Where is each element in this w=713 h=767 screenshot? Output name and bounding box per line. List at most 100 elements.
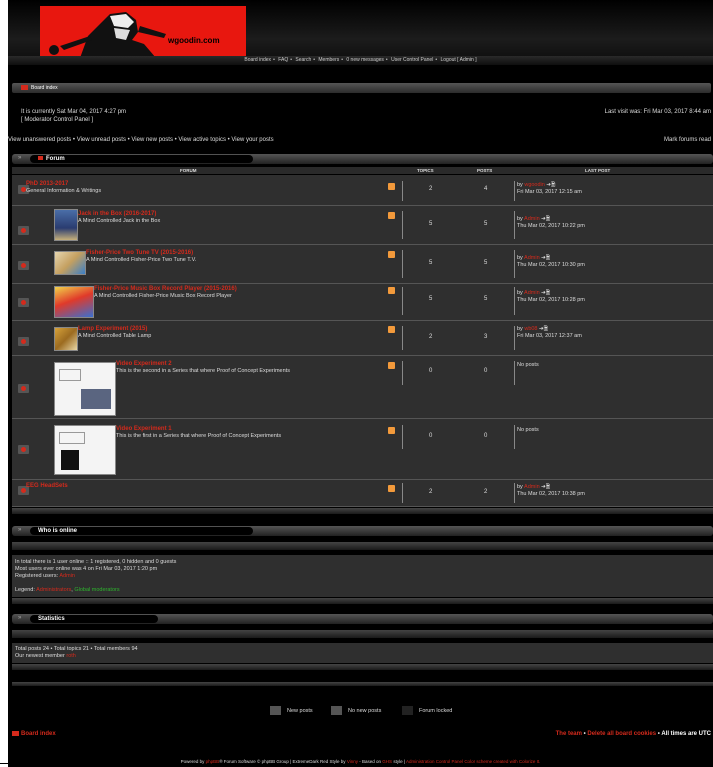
collapse-chevron-icon[interactable]: » [18, 527, 21, 533]
registered-user-link[interactable]: Admin [59, 573, 75, 579]
nav-ucp[interactable]: User Control Panel [391, 57, 433, 63]
goto-post-icon[interactable]: ➔🗎 [539, 326, 548, 332]
forum-status-icon [18, 298, 29, 307]
breadcrumb: Board index [12, 83, 711, 93]
last-post-user[interactable]: wb08 [524, 326, 537, 332]
nav-messages[interactable]: 0 new messages [346, 57, 384, 63]
topics-count: 2 [429, 186, 433, 192]
rss-feed-icon[interactable] [388, 362, 395, 369]
forum-desc: General Information & Writings [26, 188, 102, 194]
topics-count: 2 [429, 334, 433, 340]
delete-cookies-link[interactable]: Delete all board cookies [587, 731, 656, 737]
vinny-link[interactable]: Vinny [347, 759, 358, 764]
nav-sep: • [435, 57, 438, 63]
site-logo[interactable]: wgoodin.com [40, 6, 246, 58]
last-post-none: No posts [517, 427, 539, 433]
breadcrumb-board-index[interactable]: Board index [31, 85, 58, 91]
last-post-user[interactable]: Admin [524, 290, 540, 296]
forum-title[interactable]: Fisher-Price Two Tune TV (2015-2016) [86, 250, 193, 256]
posts-count: 0 [484, 368, 488, 374]
forum-title[interactable]: Lamp Experiment (2015) [78, 326, 147, 332]
logo-artwork-icon [49, 12, 166, 58]
bottom-board-index-link[interactable]: Board index [21, 731, 56, 737]
footer-powered: Powered by [180, 759, 205, 764]
posts-count: 3 [484, 334, 488, 340]
goto-post-icon[interactable]: ➔🗎 [541, 255, 550, 261]
nav-sep: • [273, 57, 275, 63]
divider [402, 326, 403, 350]
last-post-date: Thu Mar 02, 2017 10:30 pm [517, 262, 585, 268]
nav-members[interactable]: Members [318, 57, 339, 63]
last-post: by wb08 ➔🗎 Fri Mar 03, 2017 12:37 am [517, 326, 582, 340]
forum-title[interactable]: EEG HeadSets [26, 483, 68, 489]
last-post-user[interactable]: wgoodin [524, 182, 545, 188]
forum-title[interactable]: Jack in the Box (2016-2017) [78, 211, 156, 217]
last-post-user[interactable]: Admin [524, 216, 540, 222]
online-record: Most users ever online was 4 on Fri Mar … [15, 566, 158, 572]
col-topics: TOPICS [417, 168, 434, 173]
divider [514, 425, 515, 449]
forum-section-title: Forum [30, 155, 253, 163]
mcp-link[interactable]: [ Moderator Control Panel ] [21, 117, 93, 123]
by-label: by [517, 255, 523, 261]
quick-links[interactable]: View unanswered posts • View unread post… [8, 137, 274, 143]
colorize-link[interactable]: Color scheme created with Colorize It. [464, 759, 540, 764]
nav-search[interactable]: Search [295, 57, 311, 63]
goto-post-icon[interactable]: ➔🗎 [541, 484, 550, 490]
forum-status-icon [18, 261, 29, 270]
divider [514, 361, 515, 385]
legend-mods-link[interactable]: Global moderators [74, 587, 119, 593]
last-post: by Admin ➔🗎 Thu Mar 02, 2017 10:38 pm [517, 484, 585, 498]
header: wgoodin.com [8, 0, 713, 58]
forum-row: Fisher-Price Music Box Record Player (20… [12, 284, 713, 321]
forum-thumbnail[interactable] [54, 251, 86, 275]
rss-feed-icon[interactable] [388, 326, 395, 333]
acp-link[interactable]: Administration Control Panel [406, 759, 463, 764]
collapse-chevron-icon[interactable]: » [18, 615, 21, 621]
legend-admins-link[interactable]: Administrators [36, 587, 71, 593]
section-band [12, 630, 713, 638]
rss-feed-icon[interactable] [388, 251, 395, 258]
nav-sep: • [313, 57, 315, 63]
phpbb-link[interactable]: phpBB [206, 759, 220, 764]
forum-thumbnail[interactable] [54, 327, 78, 351]
newest-user-link[interactable]: roth [66, 653, 75, 659]
folder-icon [38, 156, 43, 160]
goto-post-icon[interactable]: ➔🗎 [541, 216, 550, 222]
thumbnail-window [59, 432, 85, 444]
last-post-user[interactable]: Admin [524, 484, 540, 490]
forum-thumbnail[interactable] [54, 425, 116, 475]
posts-count: 2 [484, 489, 488, 495]
footer-copyright: ® Forum Software © phpBB Group | Extreme… [219, 759, 346, 764]
rss-feed-icon[interactable] [388, 427, 395, 434]
forum-thumbnail[interactable] [54, 362, 116, 416]
forum-title[interactable]: PhD 2013-2017 [26, 181, 68, 187]
forum-thumbnail[interactable] [54, 209, 78, 241]
mark-forums-read[interactable]: Mark forums read [664, 137, 711, 143]
rss-feed-icon[interactable] [388, 212, 395, 219]
nav-logout[interactable]: Logout [ Admin ] [440, 57, 476, 63]
section-footer [12, 598, 713, 604]
rss-feed-icon[interactable] [388, 287, 395, 294]
forum-thumbnail[interactable] [54, 286, 94, 318]
nav-board-index[interactable]: Board index [244, 57, 271, 63]
rss-feed-icon[interactable] [388, 485, 395, 492]
team-link[interactable]: The team [556, 731, 582, 737]
last-post-date: Thu Mar 02, 2017 10:22 pm [517, 223, 585, 229]
collapse-chevron-icon[interactable]: » [18, 155, 21, 161]
rss-feed-icon[interactable] [388, 183, 395, 190]
folder-icon [12, 731, 19, 736]
last-post: by Admin ➔🗎 Thu Mar 02, 2017 10:22 pm [517, 216, 585, 230]
registered-users: Registered users: Admin [15, 573, 75, 579]
goto-post-icon[interactable]: ➔🗎 [541, 290, 550, 296]
forum-title[interactable]: Fisher-Price Music Box Record Player (20… [94, 286, 237, 292]
last-visit: Last visit was: Fri Mar 03, 2017 8:44 am [604, 109, 711, 115]
last-post-user[interactable]: Admin [524, 255, 540, 261]
nav-faq[interactable]: FAQ [278, 57, 288, 63]
forum-title[interactable]: Video Experiment 1 [116, 426, 172, 432]
ghs-link[interactable]: GHS [382, 759, 392, 764]
forum-title[interactable]: Video Experiment 2 [116, 361, 172, 367]
divider [402, 211, 403, 239]
goto-post-icon[interactable]: ➔🗎 [546, 182, 555, 188]
folder-icon [21, 85, 28, 91]
